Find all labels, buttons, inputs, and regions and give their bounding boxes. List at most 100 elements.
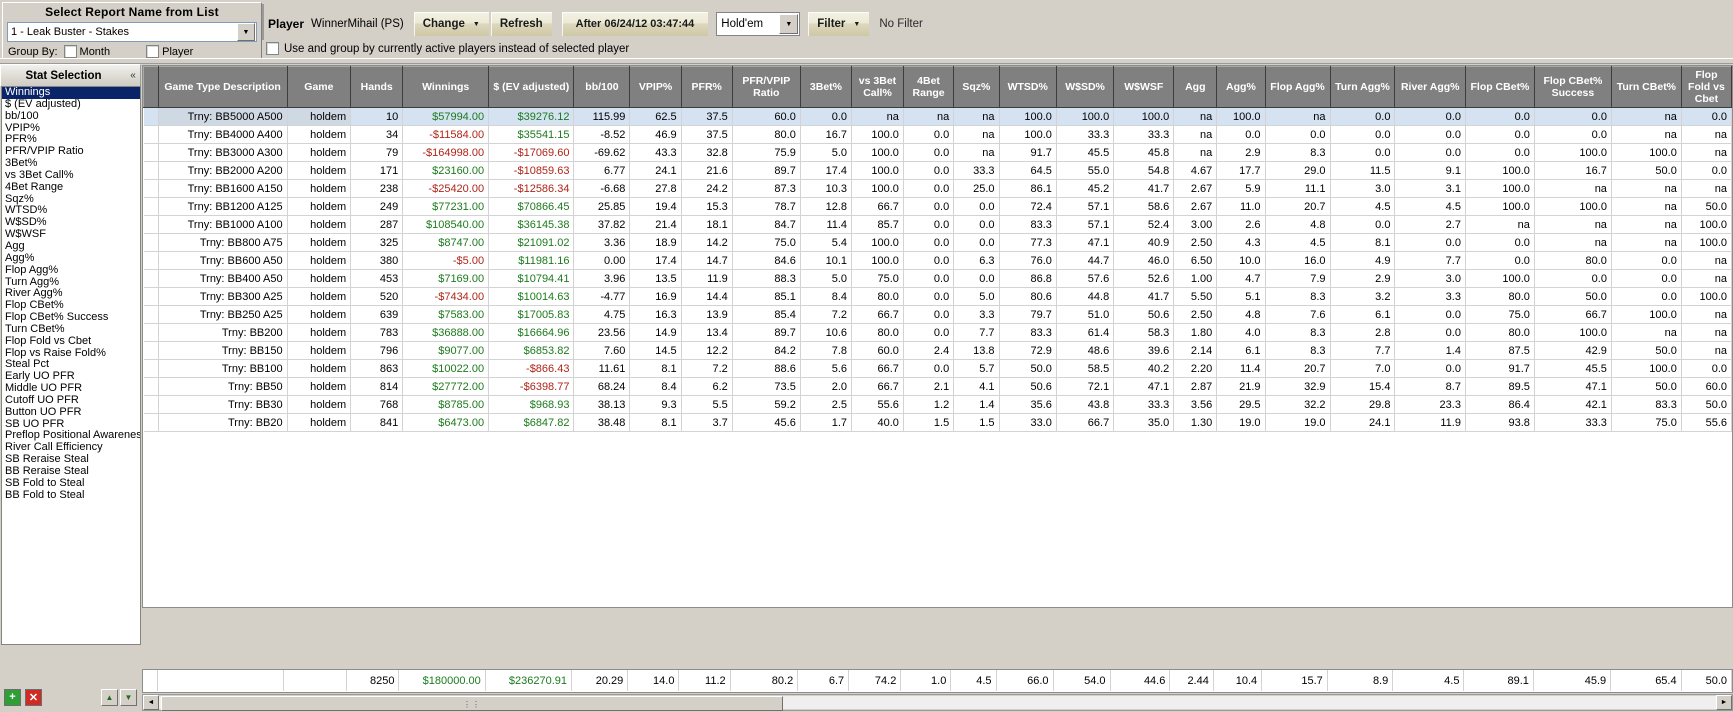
table-cell[interactable]: 12.8 (800, 197, 853, 217)
table-cell[interactable]: 27.8 (629, 179, 682, 199)
row-handle[interactable] (143, 305, 159, 325)
table-row[interactable]: Trny: BB300 A25 holdem 520 -$7434.00 $10014.… (143, 287, 1732, 307)
table-cell[interactable]: 21.9 (1216, 377, 1266, 397)
table-cell[interactable]: $36888.00 (402, 323, 490, 343)
stat-selection-list[interactable]: Winnings $ (EV adjusted) bb/100 VPIP% PFR% PF… (1, 86, 141, 645)
table-cell[interactable]: 78.7 (732, 197, 801, 217)
table-row[interactable]: Trny: BB30 holdem 768 $8785.00 $968.93 38.13 9… (143, 395, 1732, 415)
table-cell[interactable]: 0.0 (1681, 359, 1732, 379)
table-cell[interactable]: holdem (287, 341, 352, 361)
table-cell[interactable]: 43.8 (1056, 395, 1115, 415)
table-row[interactable]: Trny: BB150 holdem 796 $9077.00 $6853.82 7.60… (143, 341, 1732, 361)
table-cell[interactable]: holdem (287, 215, 352, 235)
table-cell[interactable]: 59.2 (732, 395, 801, 415)
table-row[interactable]: Trny: BB50 holdem 814 $27772.00 -$6398.77 68.… (143, 377, 1732, 397)
table-cell[interactable]: 5.7 (953, 359, 1000, 379)
table-cell[interactable]: 0.0 (903, 125, 955, 145)
row-handle[interactable] (143, 233, 159, 253)
table-cell[interactable]: 1.2 (903, 395, 955, 415)
row-handle[interactable] (143, 323, 159, 343)
table-cell[interactable]: 38.13 (573, 395, 631, 415)
table-cell[interactable]: 2.4 (903, 341, 955, 361)
table-cell[interactable]: 72.9 (999, 341, 1057, 361)
table-cell[interactable]: 37.82 (573, 215, 631, 235)
table-cell[interactable]: na (953, 107, 1000, 127)
table-cell[interactable]: 50.0 (1534, 287, 1612, 307)
table-cell[interactable]: 47.1 (1056, 233, 1115, 253)
table-cell[interactable]: 19.4 (629, 197, 682, 217)
table-cell[interactable]: 79.7 (999, 305, 1057, 325)
report-name-dropdown[interactable]: 1 - Leak Buster - Stakes ▼ (7, 22, 257, 42)
table-cell[interactable]: 0.0 (1394, 107, 1466, 127)
table-cell[interactable]: 12.2 (681, 341, 733, 361)
table-cell[interactable]: 34 (350, 125, 404, 145)
table-cell[interactable]: 68.24 (573, 377, 631, 397)
table-cell[interactable]: -$12586.34 (488, 179, 575, 199)
table-cell[interactable]: 287 (350, 215, 404, 235)
table-cell[interactable]: $21091.02 (488, 233, 575, 253)
table-cell[interactable]: 4.5 (1394, 197, 1466, 217)
table-cell[interactable]: na (1611, 323, 1682, 343)
table-cell[interactable]: Trny: BB3000 A300 (158, 143, 288, 163)
table-cell[interactable]: na (1611, 179, 1682, 199)
table-cell[interactable]: 3.0 (1330, 179, 1396, 199)
table-cell[interactable]: 0.0 (1611, 251, 1682, 271)
table-cell[interactable]: 100.0 (1534, 323, 1612, 343)
stat-list-item[interactable]: bb/100 (2, 110, 140, 123)
table-cell[interactable]: 0.0 (903, 179, 955, 199)
table-cell[interactable]: 24.1 (629, 161, 682, 181)
table-cell[interactable]: 100.0 (851, 143, 904, 163)
table-cell[interactable]: 0.0 (1465, 233, 1535, 253)
table-cell[interactable]: 35.6 (999, 395, 1057, 415)
table-cell[interactable]: 100.0 (1534, 143, 1612, 163)
table-row[interactable]: Trny: BB5000 A500 holdem 10 $57994.00 $39276… (143, 107, 1732, 127)
table-cell[interactable]: Trny: BB1000 A100 (158, 215, 288, 235)
table-cell[interactable]: 13.4 (681, 323, 733, 343)
table-cell[interactable]: 85.4 (732, 305, 801, 325)
table-cell[interactable]: na (1681, 143, 1732, 163)
table-cell[interactable]: 0.0 (953, 233, 1000, 253)
table-cell[interactable]: 238 (350, 179, 404, 199)
table-cell[interactable]: 80.0 (1534, 251, 1612, 271)
table-cell[interactable]: 85.7 (851, 215, 904, 235)
table-body[interactable]: Trny: BB5000 A500 holdem 10 $57994.00 $39276… (143, 107, 1732, 433)
table-cell[interactable]: holdem (287, 197, 352, 217)
chevron-left-icon[interactable]: ◄ (143, 695, 159, 710)
table-cell[interactable]: 25.0 (953, 179, 1000, 199)
table-cell[interactable]: 796 (350, 341, 404, 361)
table-cell[interactable]: 17.4 (629, 251, 682, 271)
scrollbar-thumb[interactable]: ⋮⋮ (161, 696, 783, 711)
table-cell[interactable]: 45.8 (1113, 143, 1175, 163)
table-cell[interactable]: 0.0 (903, 161, 955, 181)
table-cell[interactable]: 841 (350, 413, 404, 433)
table-cell[interactable]: 75.9 (732, 143, 801, 163)
table-cell[interactable]: $6473.00 (402, 413, 490, 433)
table-cell[interactable]: 100.0 (1113, 107, 1175, 127)
table-cell[interactable]: 7.7 (953, 323, 1000, 343)
table-cell[interactable]: 1.5 (903, 413, 955, 433)
table-cell[interactable]: 45.2 (1056, 179, 1115, 199)
table-cell[interactable]: $77231.00 (402, 197, 490, 217)
table-cell[interactable]: -$7434.00 (402, 287, 490, 307)
table-cell[interactable]: Trny: BB600 A50 (158, 251, 288, 271)
stat-list-item[interactable]: BB Fold to Steal (2, 489, 140, 502)
table-cell[interactable]: 1.4 (953, 395, 1000, 415)
table-cell[interactable]: 51.0 (1056, 305, 1115, 325)
table-row[interactable]: Trny: BB2000 A200 holdem 171 $23160.00 -$108… (143, 161, 1732, 181)
table-cell[interactable]: 40.9 (1113, 233, 1175, 253)
table-cell[interactable]: 0.0 (953, 269, 1000, 289)
table-cell[interactable]: 1.7 (800, 413, 853, 433)
table-cell[interactable]: 2.67 (1173, 197, 1218, 217)
column-header[interactable]: Game (286, 66, 352, 109)
table-cell[interactable]: 21.6 (681, 161, 733, 181)
table-cell[interactable]: 4.5 (1265, 233, 1331, 253)
table-cell[interactable]: 33.3 (953, 161, 1000, 181)
table-cell[interactable]: 91.7 (1465, 359, 1535, 379)
table-cell[interactable]: 86.8 (999, 269, 1057, 289)
table-cell[interactable]: 100.0 (1534, 197, 1612, 217)
table-cell[interactable]: na (1611, 233, 1682, 253)
column-header[interactable]: 4Bet Range (902, 66, 955, 109)
table-cell[interactable]: 0.0 (903, 143, 955, 163)
table-cell[interactable]: 7.0 (1330, 359, 1396, 379)
table-cell[interactable]: 4.3 (1216, 233, 1266, 253)
